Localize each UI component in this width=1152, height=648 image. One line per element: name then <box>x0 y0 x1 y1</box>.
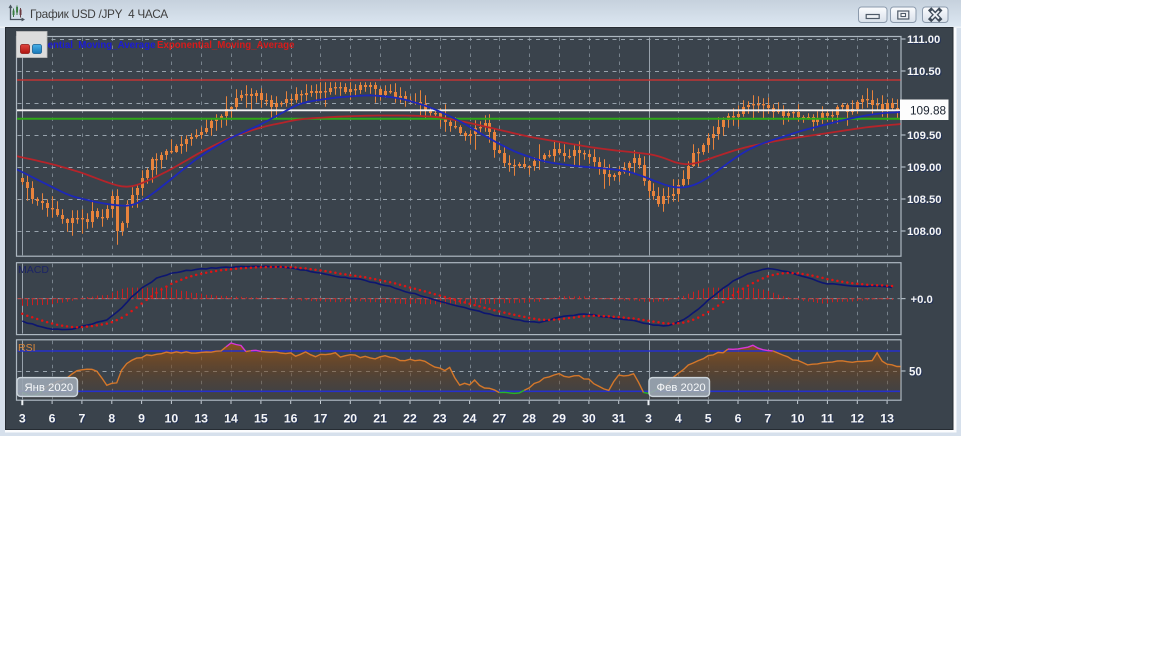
svg-text:3: 3 <box>645 412 652 426</box>
svg-text:7: 7 <box>764 412 771 426</box>
svg-text:27: 27 <box>493 412 507 426</box>
svg-text:4: 4 <box>675 412 682 426</box>
svg-text:109.00: 109.00 <box>907 162 942 174</box>
svg-text:13: 13 <box>194 412 208 426</box>
svg-text:График USD /JPY 4 ЧАСА: График USD /JPY 4 ЧАСА <box>30 7 168 21</box>
svg-text:11: 11 <box>821 412 834 426</box>
svg-text:3: 3 <box>19 412 26 426</box>
svg-text:108.50: 108.50 <box>907 194 942 206</box>
svg-text:109.88: 109.88 <box>910 103 947 117</box>
svg-text:12: 12 <box>850 412 864 426</box>
svg-text:111.00: 111.00 <box>907 34 940 46</box>
svg-text:22: 22 <box>403 412 417 426</box>
svg-text:21: 21 <box>373 412 387 426</box>
svg-text:110.50: 110.50 <box>907 66 941 78</box>
svg-text:+0.0: +0.0 <box>911 294 933 306</box>
svg-text:7: 7 <box>78 412 85 426</box>
svg-text:Exponential_Moving_Average: Exponential_Moving_Average <box>157 40 295 51</box>
svg-text:16: 16 <box>284 412 298 426</box>
svg-text:28: 28 <box>522 412 536 426</box>
svg-text:30: 30 <box>582 412 596 426</box>
svg-text:5: 5 <box>705 412 712 426</box>
svg-text:50: 50 <box>909 367 922 379</box>
svg-text:20: 20 <box>343 412 357 426</box>
svg-text:MACD: MACD <box>18 264 49 276</box>
svg-text:109.50: 109.50 <box>907 130 942 142</box>
svg-text:13: 13 <box>880 412 894 426</box>
svg-text:6: 6 <box>49 412 56 426</box>
svg-text:6: 6 <box>735 412 742 426</box>
svg-text:10: 10 <box>791 412 805 426</box>
svg-text:23: 23 <box>433 412 447 426</box>
svg-text:Фев 2020: Фев 2020 <box>657 382 706 394</box>
svg-text:24: 24 <box>463 412 477 426</box>
svg-text:108.00: 108.00 <box>907 226 942 238</box>
svg-text:8: 8 <box>108 412 115 426</box>
svg-text:RSI: RSI <box>18 342 36 354</box>
svg-text:31: 31 <box>612 412 626 426</box>
svg-text:15: 15 <box>254 412 268 426</box>
svg-text:9: 9 <box>138 412 145 426</box>
svg-text:Янв 2020: Янв 2020 <box>25 382 74 394</box>
svg-text:10: 10 <box>165 412 179 426</box>
svg-text:14: 14 <box>224 412 238 426</box>
svg-text:17: 17 <box>314 412 328 426</box>
svg-text:29: 29 <box>552 412 566 426</box>
